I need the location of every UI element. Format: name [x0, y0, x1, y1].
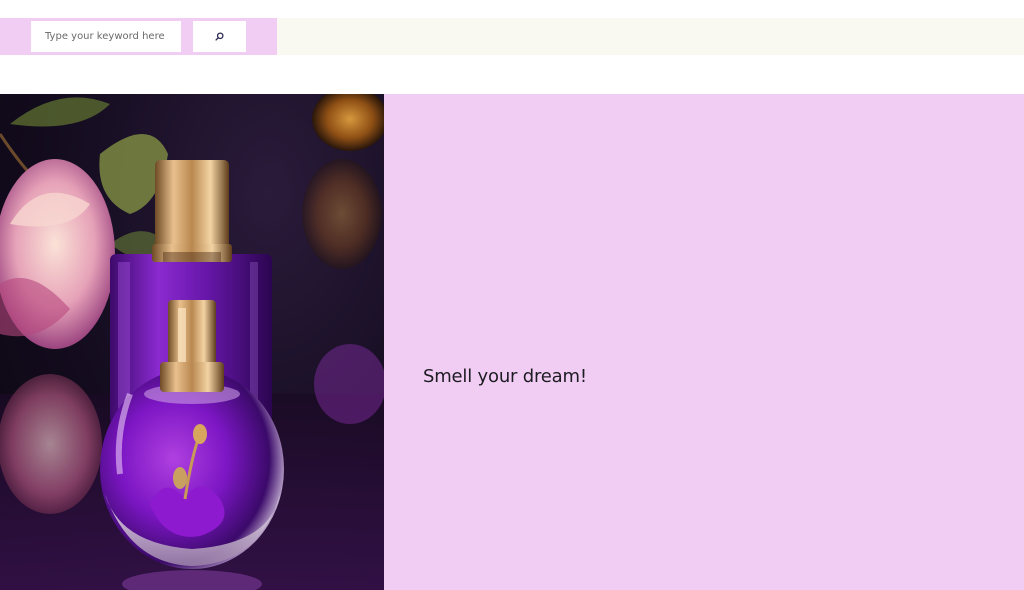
search-bar	[0, 18, 1024, 55]
hero-section: Smell your dream!	[0, 94, 1024, 590]
perfume-illustration	[0, 94, 384, 590]
search-icon	[215, 32, 224, 41]
perfume-hero-image	[0, 94, 384, 590]
search-button[interactable]	[193, 21, 246, 52]
page: Smell your dream!	[0, 0, 1024, 590]
hero-tagline: Smell your dream!	[423, 366, 587, 387]
hero-text-panel: Smell your dream!	[384, 94, 1024, 590]
search-input[interactable]	[31, 21, 181, 52]
